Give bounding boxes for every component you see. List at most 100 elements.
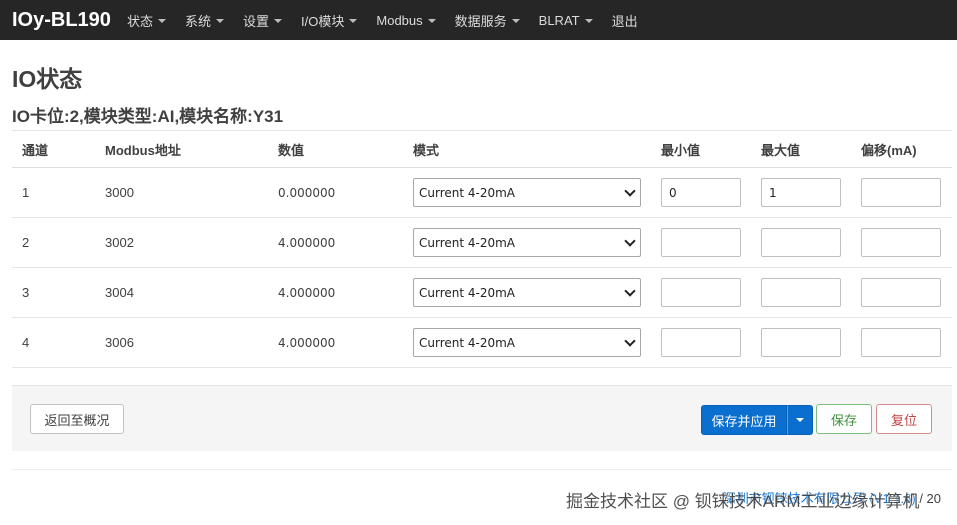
value-cell: 4.000000 bbox=[268, 217, 403, 268]
max-value-input[interactable] bbox=[761, 178, 841, 207]
back-to-overview-button[interactable]: 返回至概况 bbox=[30, 404, 124, 434]
table-row: 3 3004 4.000000 Current 4-20mA bbox=[12, 267, 952, 318]
save-and-apply-button[interactable]: 保存并应用 bbox=[701, 405, 787, 435]
main-nav: 状态 系统 设置 I/O模块 Modbus 数据服务 BLRAT 退出 bbox=[127, 0, 657, 40]
nav-item-blrat[interactable]: BLRAT bbox=[539, 13, 593, 28]
mode-select[interactable]: Current 4-20mA bbox=[413, 278, 641, 307]
top-navbar: IOy-BL190 状态 系统 设置 I/O模块 Modbus 数据服务 BLR… bbox=[0, 0, 957, 40]
save-button[interactable]: 保存 bbox=[816, 404, 872, 434]
column-header-modbus-address: Modbus地址 bbox=[95, 130, 268, 168]
column-header-channel: 通道 bbox=[12, 130, 95, 168]
save-apply-dropdown-toggle[interactable] bbox=[787, 405, 813, 435]
offset-cell bbox=[851, 267, 952, 318]
column-header-mode: 模式 bbox=[403, 130, 651, 168]
min-cell bbox=[651, 267, 751, 318]
mode-select-value: Current 4-20mA bbox=[419, 285, 516, 300]
mode-cell: Current 4-20mA bbox=[403, 217, 651, 268]
min-value-input[interactable] bbox=[661, 228, 741, 257]
table-header-row: 通道 Modbus地址 数值 模式 最小值 最大值 偏移(mA) bbox=[12, 130, 952, 168]
nav-item-logout[interactable]: 退出 bbox=[612, 11, 638, 30]
nav-item-system[interactable]: 系统 bbox=[185, 11, 225, 30]
nav-item-label: I/O模块 bbox=[301, 13, 345, 29]
nav-item-label: 设置 bbox=[243, 13, 270, 29]
address-cell: 3002 bbox=[95, 217, 268, 268]
min-value-input[interactable] bbox=[661, 328, 741, 357]
value-cell: 0.000000 bbox=[268, 167, 403, 218]
action-bar: 返回至概况 保存并应用 保存 复位 bbox=[12, 385, 952, 451]
brand-logo[interactable]: IOy-BL190 bbox=[0, 9, 127, 32]
caret-down-icon bbox=[216, 18, 225, 23]
chevron-down-icon bbox=[624, 285, 636, 297]
max-cell bbox=[751, 317, 851, 368]
address-cell: 3004 bbox=[95, 267, 268, 318]
reset-button[interactable]: 复位 bbox=[876, 404, 932, 434]
nav-item-label: 数据服务 bbox=[454, 13, 507, 29]
mode-select-value: Current 4-20mA bbox=[419, 185, 516, 200]
min-value-input[interactable] bbox=[661, 278, 741, 307]
offset-cell bbox=[851, 317, 952, 368]
footer-divider bbox=[12, 469, 952, 470]
table-row: 2 3002 4.000000 Current 4-20mA bbox=[12, 217, 952, 268]
nav-item-label: 退出 bbox=[611, 13, 638, 29]
column-header-offset: 偏移(mA) bbox=[851, 130, 952, 168]
value-cell: 4.000000 bbox=[268, 317, 403, 368]
module-info-heading: IO卡位:2,模块类型:AI,模块名称:Y31 bbox=[12, 107, 284, 126]
max-cell bbox=[751, 217, 851, 268]
caret-down-icon bbox=[584, 18, 593, 23]
mode-select-value: Current 4-20mA bbox=[419, 235, 516, 250]
mode-select[interactable]: Current 4-20mA bbox=[413, 328, 641, 357]
table-row: 1 3000 0.000000 Current 4-20mA bbox=[12, 167, 952, 218]
mode-select[interactable]: Current 4-20mA bbox=[413, 178, 641, 207]
max-cell bbox=[751, 167, 851, 218]
mode-cell: Current 4-20mA bbox=[403, 267, 651, 318]
nav-item-io-module[interactable]: I/O模块 bbox=[301, 11, 358, 30]
footer-separator: / 20 bbox=[919, 491, 941, 506]
nav-item-label: 状态 bbox=[127, 13, 154, 29]
offset-cell bbox=[851, 167, 952, 218]
max-value-input[interactable] bbox=[761, 328, 841, 357]
address-cell: 3000 bbox=[95, 167, 268, 218]
chevron-down-icon bbox=[624, 235, 636, 247]
column-header-max: 最大值 bbox=[751, 130, 851, 168]
offset-input[interactable] bbox=[861, 178, 941, 207]
nav-item-label: BLRAT bbox=[538, 12, 580, 28]
column-header-min: 最小值 bbox=[651, 130, 751, 168]
page-title: IO状态 bbox=[12, 66, 83, 92]
min-cell bbox=[651, 217, 751, 268]
caret-down-icon bbox=[511, 18, 520, 23]
mode-select-value: Current 4-20mA bbox=[419, 335, 516, 350]
table-row: 4 3006 4.000000 Current 4-20mA bbox=[12, 317, 952, 368]
channel-cell: 1 bbox=[12, 167, 95, 218]
mode-cell: Current 4-20mA bbox=[403, 317, 651, 368]
offset-input[interactable] bbox=[861, 228, 941, 257]
max-cell bbox=[751, 267, 851, 318]
max-value-input[interactable] bbox=[761, 278, 841, 307]
chevron-down-icon bbox=[624, 185, 636, 197]
caret-down-icon bbox=[274, 18, 283, 23]
caret-down-icon bbox=[427, 18, 436, 23]
offset-input[interactable] bbox=[861, 278, 941, 307]
caret-down-icon bbox=[796, 418, 804, 422]
caret-down-icon bbox=[349, 18, 358, 23]
address-cell: 3006 bbox=[95, 317, 268, 368]
io-status-table: 通道 Modbus地址 数值 模式 最小值 最大值 偏移(mA) 1 3000 … bbox=[12, 130, 952, 368]
mode-cell: Current 4-20mA bbox=[403, 167, 651, 218]
min-cell bbox=[651, 167, 751, 218]
min-cell bbox=[651, 317, 751, 368]
nav-item-settings[interactable]: 设置 bbox=[243, 11, 283, 30]
nav-item-modbus[interactable]: Modbus bbox=[376, 12, 436, 28]
mode-select[interactable]: Current 4-20mA bbox=[413, 228, 641, 257]
nav-item-label: Modbus bbox=[376, 12, 423, 28]
nav-item-status[interactable]: 状态 bbox=[127, 11, 167, 30]
watermark-text: 掘金技术社区 @ 钡铼技术ARM工业边缘计算机 bbox=[566, 492, 920, 511]
max-value-input[interactable] bbox=[761, 228, 841, 257]
caret-down-icon bbox=[158, 18, 167, 23]
column-header-value: 数值 bbox=[268, 130, 403, 168]
offset-input[interactable] bbox=[861, 328, 941, 357]
offset-cell bbox=[851, 217, 952, 268]
channel-cell: 2 bbox=[12, 217, 95, 268]
nav-item-data-service[interactable]: 数据服务 bbox=[455, 11, 520, 30]
chevron-down-icon bbox=[624, 335, 636, 347]
channel-cell: 3 bbox=[12, 267, 95, 318]
min-value-input[interactable] bbox=[661, 178, 741, 207]
